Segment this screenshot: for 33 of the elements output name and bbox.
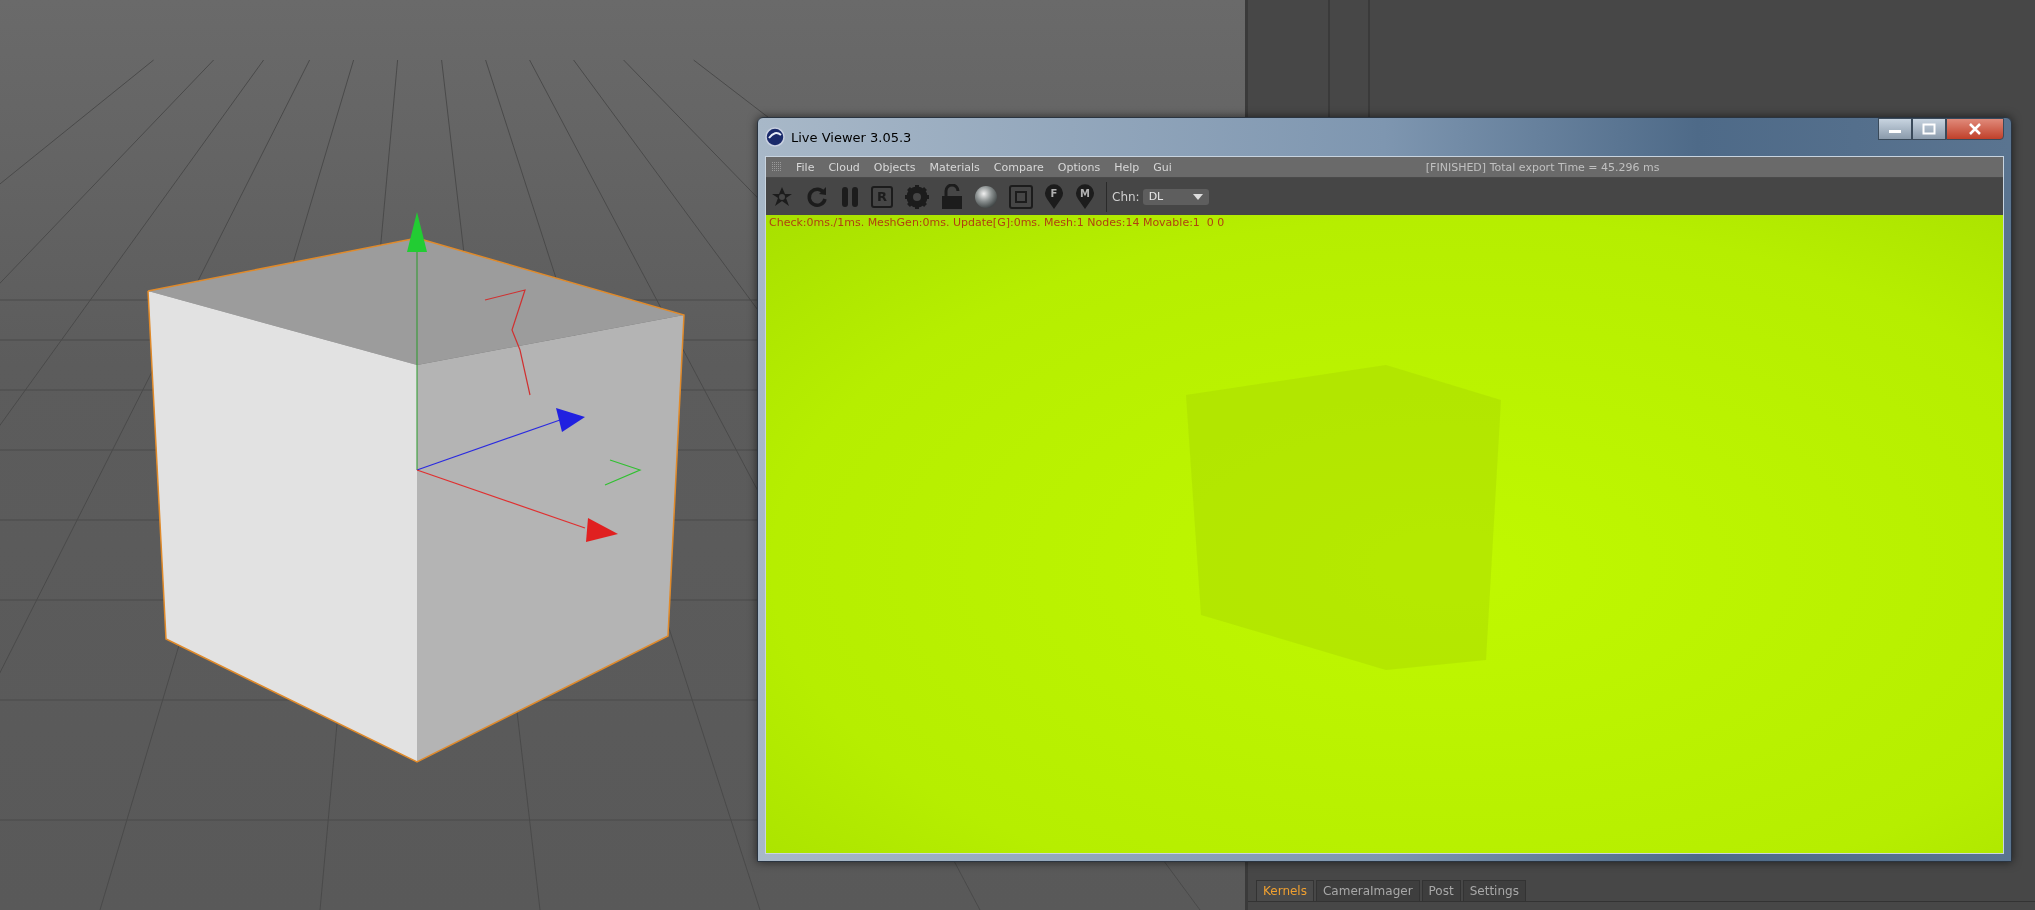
menu-item[interactable]: Materials [929,160,980,174]
pause-icon[interactable] [840,184,860,209]
channel-dropdown[interactable]: DL [1142,188,1209,205]
panel-tab[interactable]: Kernels [1256,880,1314,901]
menu-item[interactable]: Compare [993,160,1044,174]
render-stats-text: Check:0ms./1ms. MeshGen:0ms. Update[G]:0ms. Mesh:1 Nodes:14 Movable:1 0 0 [769,216,1225,229]
window-title: Live Viewer 3.05.3 [791,129,912,145]
settings-icon[interactable] [904,183,930,210]
map-pin-icon[interactable]: F [1044,183,1064,210]
map-pin-icon[interactable]: M [1075,183,1095,210]
menu-item[interactable]: Gui [1153,160,1172,174]
unlocked-padlock-icon[interactable] [941,183,963,210]
menu-item[interactable]: File [796,160,815,174]
channel-label: Chn: [1112,189,1140,204]
close-icon [1968,123,1982,135]
export-status-text: [FINISHED] Total export Time = 45.296 ms [1425,160,1660,174]
maximize-icon [1922,123,1936,135]
grip-icon [772,162,782,172]
panel-tab[interactable]: CameraImager [1315,880,1420,901]
menu-item[interactable]: Objects [873,160,916,174]
region-icon[interactable] [1009,184,1033,209]
material-sphere-icon[interactable] [974,184,998,209]
panel-tab[interactable]: Post [1421,880,1461,901]
app-logo-icon [765,127,785,147]
panel-tab[interactable]: Settings [1462,880,1526,901]
menu-item[interactable]: Cloud [828,160,860,174]
maximize-button[interactable] [1912,118,1946,140]
minimize-button[interactable] [1878,118,1912,140]
caret-icon [1192,193,1203,200]
close-button[interactable] [1946,118,2004,140]
menu-item[interactable]: Options [1057,160,1101,174]
menu-item[interactable]: Help [1114,160,1140,174]
refresh-icon[interactable] [805,184,829,209]
